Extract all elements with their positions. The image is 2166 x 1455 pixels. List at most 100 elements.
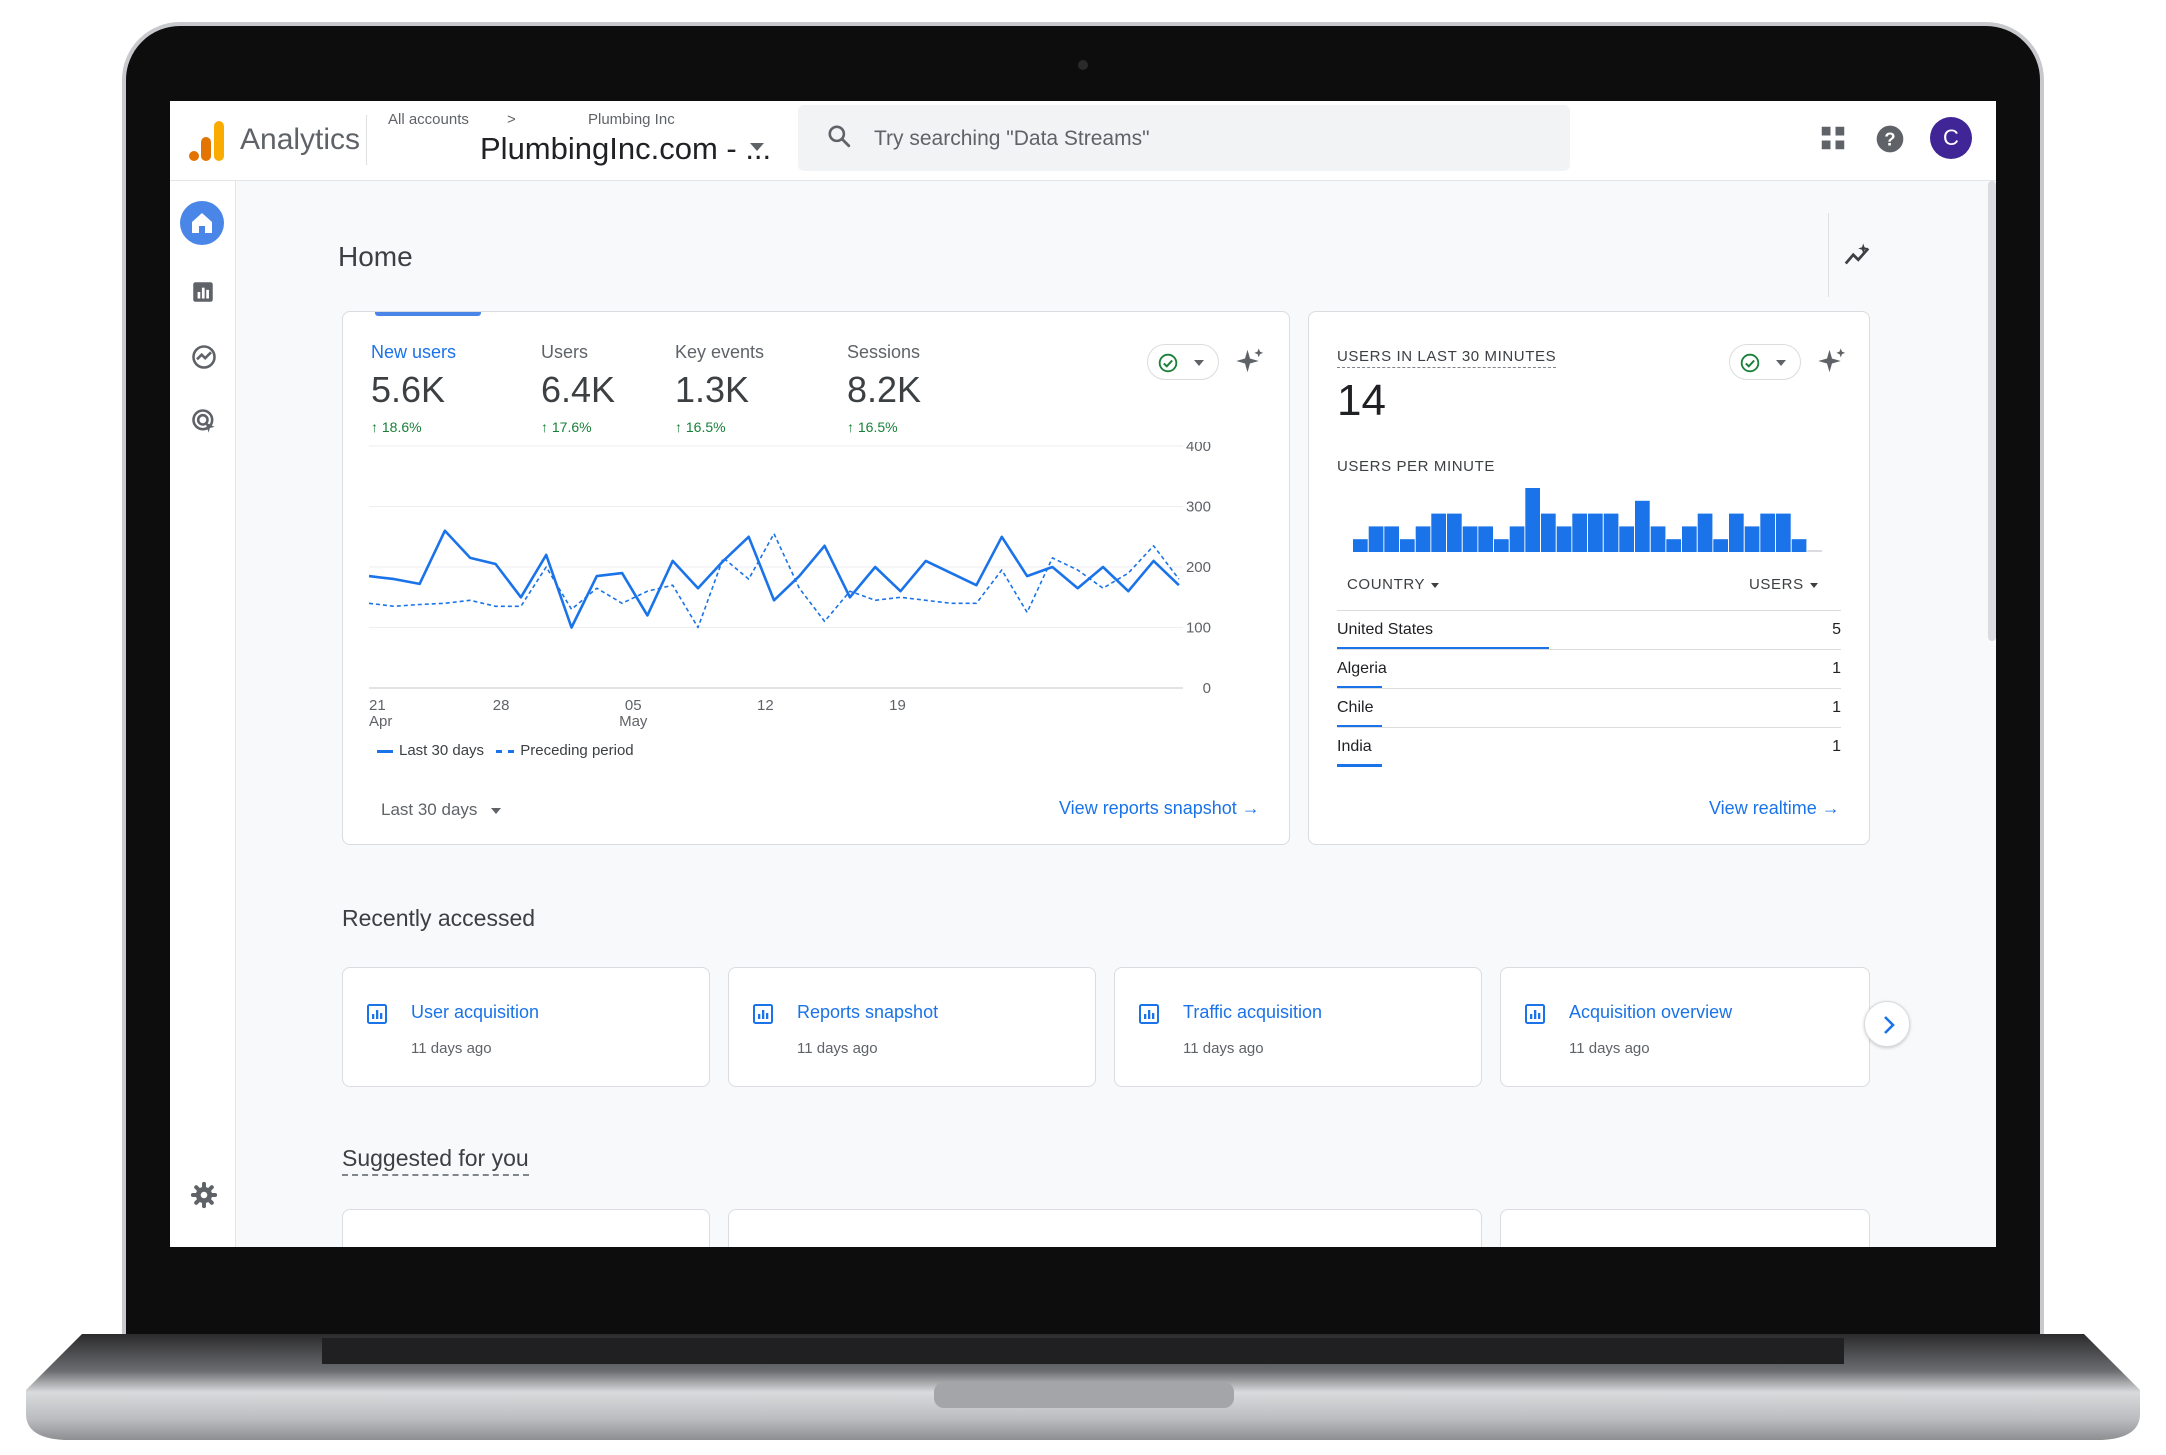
users-per-minute-chart (1353, 488, 1822, 552)
per-minute-bar[interactable] (1509, 526, 1525, 552)
recent-item-subtitle: 11 days ago (1569, 1040, 1650, 1057)
realtime-title[interactable]: USERS IN LAST 30 MINUTES (1337, 348, 1557, 368)
svg-text:?: ? (1884, 129, 1895, 150)
per-minute-bar[interactable] (1525, 488, 1540, 552)
per-minute-bar[interactable] (1353, 539, 1368, 552)
breadcrumb-all-accounts[interactable]: All accounts > (388, 111, 550, 128)
help-icon[interactable]: ? (1874, 123, 1906, 155)
compare-toggle[interactable] (1729, 344, 1801, 380)
per-minute-bar[interactable] (1384, 526, 1399, 552)
legend-last-30: Last 30 days (399, 742, 485, 759)
per-minute-bar[interactable] (1697, 513, 1713, 552)
country-column-header[interactable]: COUNTRY (1347, 576, 1440, 593)
per-minute-bar[interactable] (1478, 526, 1493, 552)
view-reports-snapshot-link[interactable]: View reports snapshot → (1059, 798, 1260, 819)
metric-users[interactable]: Users 6.4K ↑ 17.6% (541, 342, 615, 435)
per-minute-bar[interactable] (1666, 539, 1681, 552)
per-minute-bar[interactable] (1447, 513, 1462, 552)
settings-icon[interactable] (190, 1181, 218, 1209)
per-minute-bar[interactable] (1572, 513, 1587, 552)
per-minute-bar[interactable] (1791, 539, 1807, 552)
per-minute-bar[interactable] (1807, 550, 1822, 552)
recent-item-card[interactable]: Acquisition overview 11 days ago (1500, 967, 1870, 1087)
per-minute-bar[interactable] (1494, 539, 1509, 552)
property-selector[interactable]: PlumbingInc.com - ... (480, 131, 771, 167)
per-minute-bar[interactable] (1400, 539, 1415, 552)
country-row[interactable]: India 1 (1337, 727, 1841, 767)
users-header-label: USERS (1749, 576, 1804, 593)
per-minute-bar[interactable] (1431, 513, 1446, 552)
country-row[interactable]: Algeria 1 (1337, 649, 1841, 689)
recent-item-card[interactable]: Traffic acquisition 11 days ago (1114, 967, 1482, 1087)
per-minute-bar[interactable] (1462, 526, 1478, 552)
series-line-preceding-period[interactable] (368, 532, 1180, 629)
per-minute-bar[interactable] (1556, 526, 1572, 552)
suggested-title[interactable]: Suggested for you (342, 1145, 529, 1176)
chevron-down-icon[interactable] (491, 808, 501, 814)
per-minute-bar[interactable] (1368, 526, 1384, 552)
search-bar[interactable]: Try searching "Data Streams" (798, 105, 1570, 171)
top-bar: Analytics All accounts > Plumbing Inc Pl… (170, 101, 1996, 181)
chevron-down-icon (1431, 582, 1440, 588)
users-line-chart: 400 300 200 100 0 21Apr 28 05May 12 19 (368, 442, 1211, 730)
reports-icon[interactable] (190, 279, 216, 305)
view-realtime-link[interactable]: View realtime → (1709, 798, 1840, 819)
per-minute-bar[interactable] (1415, 526, 1431, 552)
x-tick-label: 28 (493, 697, 510, 714)
avatar[interactable]: C (1930, 117, 1972, 159)
x-tick-sublabel: Apr (369, 713, 392, 730)
suggested-card[interactable] (1500, 1209, 1870, 1247)
per-minute-bar[interactable] (1541, 513, 1556, 552)
recent-item-card[interactable]: Reports snapshot 11 days ago (728, 967, 1096, 1087)
overview-card: New users 5.6K ↑ 18.6% Users 6.4K ↑ 17.6… (342, 311, 1290, 845)
compare-toggle[interactable] (1147, 344, 1219, 380)
per-minute-bar[interactable] (1635, 500, 1650, 552)
selected-tab-indicator (375, 312, 481, 316)
per-minute-bar[interactable] (1619, 526, 1634, 552)
metric-label: Users (541, 342, 589, 362)
country-name: United States (1337, 621, 1434, 638)
metric-change: ↑ 16.5% (847, 419, 898, 435)
search-input[interactable]: Try searching "Data Streams" (874, 127, 1150, 151)
x-tick-label: 05 (625, 697, 642, 714)
per-minute-bar[interactable] (1776, 513, 1791, 552)
recent-item-card[interactable]: User acquisition 11 days ago (342, 967, 710, 1087)
per-minute-bar[interactable] (1760, 513, 1775, 552)
country-row[interactable]: United States 5 (1337, 610, 1841, 650)
home-icon[interactable] (180, 201, 224, 245)
carousel-next-button[interactable] (1864, 1001, 1910, 1047)
series-line-last-30-days[interactable] (368, 529, 1180, 629)
metric-label: Key events (675, 342, 765, 362)
advertising-icon[interactable] (190, 407, 218, 435)
chevron-down-icon[interactable] (750, 143, 764, 151)
suggested-card[interactable] (728, 1209, 1482, 1247)
per-minute-bar[interactable] (1588, 513, 1603, 552)
per-minute-bar[interactable] (1603, 513, 1619, 552)
per-minute-bar[interactable] (1729, 513, 1744, 552)
per-minute-bar[interactable] (1744, 526, 1760, 552)
legend-solid-swatch (377, 749, 393, 753)
country-row[interactable]: Chile 1 (1337, 688, 1841, 728)
x-tick-label: 12 (757, 697, 774, 714)
metric-sessions[interactable]: Sessions 8.2K ↑ 16.5% (847, 342, 921, 435)
apps-grid-icon[interactable] (1818, 123, 1848, 153)
sparkle-icon[interactable] (1235, 346, 1265, 376)
users-column-header[interactable]: USERS (1749, 576, 1818, 593)
explore-icon[interactable] (190, 343, 218, 371)
metric-new-users[interactable]: New users 5.6K ↑ 18.6% (371, 342, 456, 435)
insights-icon[interactable] (1842, 241, 1872, 271)
sparkle-icon[interactable] (1817, 346, 1847, 376)
analytics-logo-icon (189, 121, 224, 161)
x-tick-label: 21 (369, 697, 386, 714)
per-minute-bar[interactable] (1713, 539, 1728, 552)
recent-item-subtitle: 11 days ago (411, 1040, 492, 1057)
suggested-card[interactable] (342, 1209, 710, 1247)
per-minute-bar[interactable] (1650, 526, 1666, 552)
realtime-card: USERS IN LAST 30 MINUTES 14 USERS PER MI… (1308, 311, 1870, 845)
scrollbar[interactable] (1988, 181, 1996, 641)
breadcrumb-account[interactable]: Plumbing Inc (588, 111, 675, 128)
date-range-selector[interactable]: Last 30 days (381, 800, 477, 820)
metric-key-events[interactable]: Key events 1.3K ↑ 16.5% (675, 342, 764, 435)
per-minute-bar[interactable] (1682, 526, 1697, 552)
country-header-label: COUNTRY (1347, 576, 1426, 593)
